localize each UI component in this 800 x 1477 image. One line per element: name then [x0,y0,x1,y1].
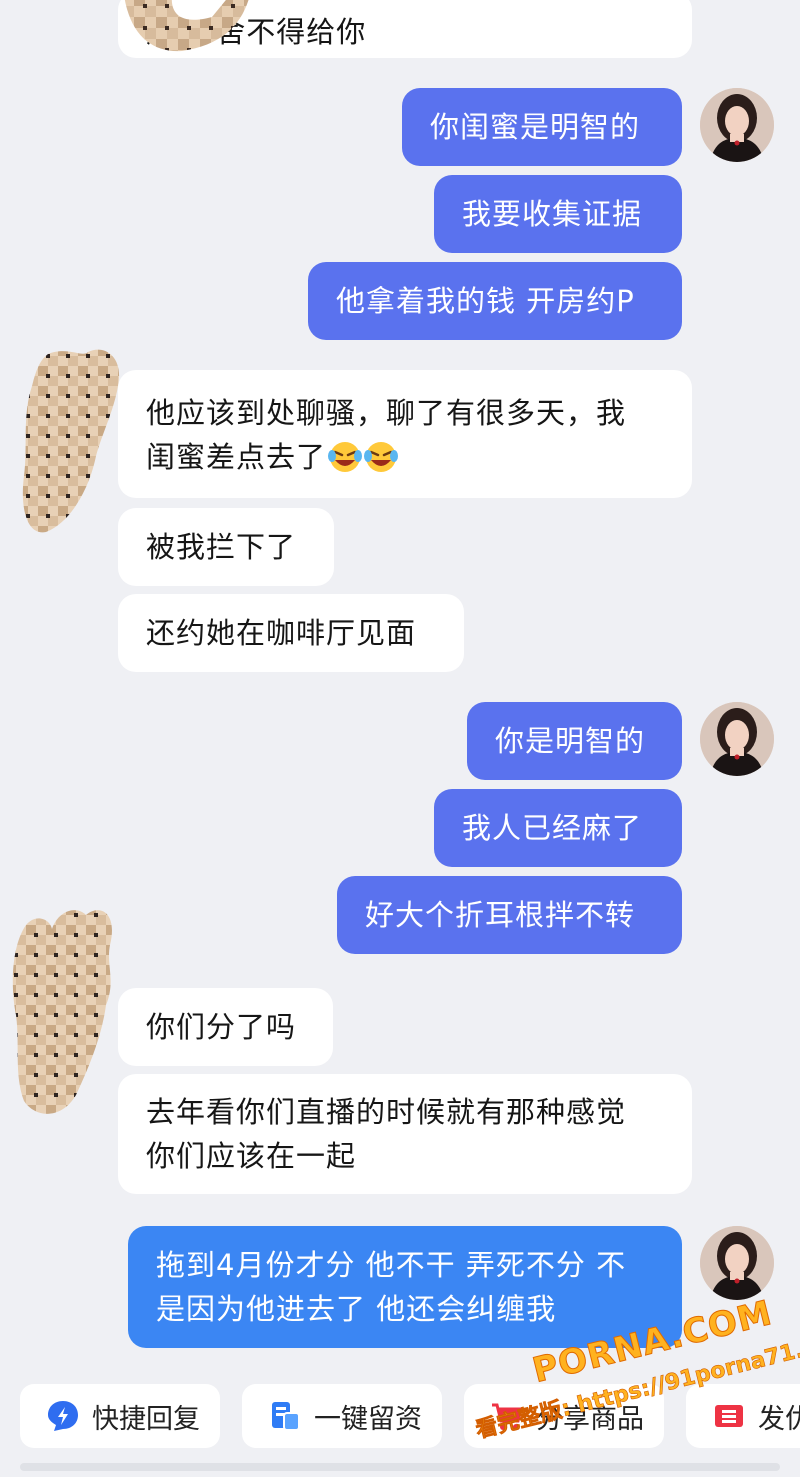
message-text-line: 是因为他进去了 他还会纠缠我 [156,1292,557,1326]
message-text: 他拿着我的钱 开房约P [336,284,635,318]
home-indicator [20,1463,780,1471]
message-incoming: 被我拦下了 [118,508,334,586]
message-text-line: 你们应该在一起 [146,1139,357,1173]
user-avatar[interactable] [700,702,774,776]
message-text-line: 他应该到处聊骚，聊了有很多天，我 [146,396,627,430]
message-outgoing: 拖到4月份才分 他不干 弄死不分 不 是因为他进去了 他还会纠缠我 [128,1226,682,1348]
message-text: 好大个折耳根拌不转 [365,898,636,932]
share-product-button[interactable]: 分享商品 [464,1384,664,1448]
message-text: 你们分了吗 [146,1010,297,1044]
user-avatar[interactable] [700,88,774,162]
message-text: 你闺蜜是明智的 [430,110,641,144]
message-outgoing: 你是明智的 [467,702,682,780]
obscured-avatar [6,905,124,1120]
message-outgoing: 我要收集证据 [434,175,682,253]
message-outgoing: 好大个折耳根拌不转 [337,876,682,954]
chat-thread[interactable]: 应… 舍不得给你 你闺蜜是明智的 我要收集证据 他拿着我的钱 开房约P 他应该到… [0,0,800,1380]
message-incoming: 还约她在咖啡厅见面 [118,594,464,672]
quick-reply-label: 快捷回复 [92,1403,200,1435]
quick-reply-button[interactable]: 快捷回复 [20,1384,220,1448]
cart-icon [492,1403,523,1430]
message-incoming: 你们分了吗 [118,988,333,1066]
laughing-crying-emoji-icon [364,442,399,472]
message-outgoing: 他拿着我的钱 开房约P [308,262,682,340]
message-text-line: 拖到4月份才分 他不干 弄死不分 不 [156,1248,627,1282]
quick-reply-icon [48,1401,78,1431]
message-text-line: 去年看你们直播的时候就有那种感觉 [146,1095,627,1129]
share-product-label: 分享商品 [536,1403,644,1435]
message-text: 你是明智的 [495,724,646,758]
message-text: 被我拦下了 [146,530,297,564]
quick-action-bar: 快捷回复 一键留资 分享商品 发优 [0,1380,800,1477]
message-text-line: 闺蜜差点去了 [146,440,327,474]
message-text: 我要收集证据 [462,197,643,231]
message-text: 我人已经麻了 [462,811,643,845]
message-outgoing: 你闺蜜是明智的 [402,88,682,166]
laughing-crying-emoji-icon [328,442,363,472]
leave-info-button[interactable]: 一键留资 [242,1384,442,1448]
message-incoming: 去年看你们直播的时候就有那种感觉 你们应该在一起 [118,1074,692,1194]
message-outgoing: 我人已经麻了 [434,789,682,867]
send-coupon-button[interactable]: 发优 [686,1384,800,1448]
leave-info-icon [272,1402,300,1431]
message-text: 还约她在咖啡厅见面 [146,616,417,650]
obscured-avatar [112,0,252,55]
message-incoming: 他应该到处聊骚，聊了有很多天，我 闺蜜差点去了 [118,370,692,498]
leave-info-label: 一键留资 [314,1403,422,1435]
coupon-icon [715,1405,743,1427]
obscured-avatar [18,346,128,536]
send-coupon-label: 发优 [758,1403,800,1435]
user-avatar[interactable] [700,1226,774,1300]
